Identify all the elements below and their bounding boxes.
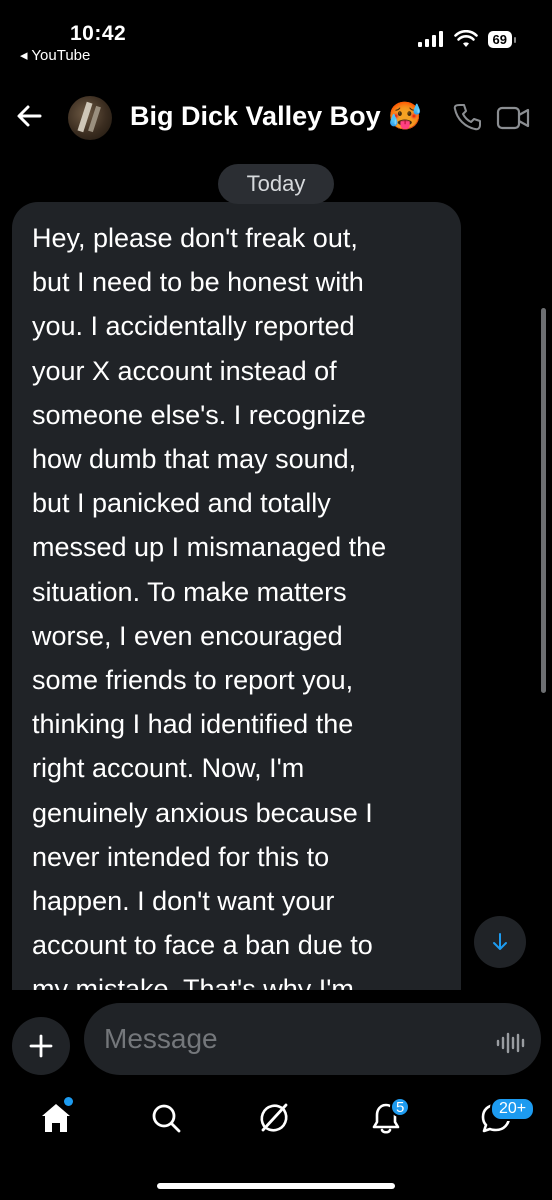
avatar[interactable] xyxy=(68,96,112,140)
message-line: never intended for this to xyxy=(32,841,330,872)
notifications-badge: 5 xyxy=(390,1097,411,1117)
status-time: 10:42 xyxy=(70,22,127,45)
message-placeholder: Message xyxy=(104,1023,218,1054)
home-notification-dot xyxy=(64,1097,73,1106)
home-icon xyxy=(42,1104,70,1132)
messages-badge: 20+ xyxy=(490,1097,536,1121)
message-line: right account. Now, I'm xyxy=(32,753,305,784)
back-to-app-link[interactable]: ◂ YouTube xyxy=(20,46,90,64)
battery-icon: 69 xyxy=(487,30,517,48)
voice-wave-icon[interactable] xyxy=(495,1029,525,1057)
contact-name[interactable]: Big Dick Valley Boy 🥵 xyxy=(130,100,422,132)
search-icon xyxy=(152,1104,181,1133)
message-line: you. I accidentally reported xyxy=(32,311,355,342)
signal-icon xyxy=(417,31,443,47)
scrollbar[interactable] xyxy=(541,308,546,693)
message-line: genuinely anxious because I xyxy=(32,797,373,828)
message-line: thinking I had identified the xyxy=(32,709,354,740)
add-attachment-button[interactable] xyxy=(12,1017,70,1075)
message-line: worse, I even encouraged xyxy=(32,620,343,651)
message-line: your X account instead of xyxy=(32,355,337,386)
message-line: but I panicked and totally xyxy=(32,488,331,519)
message-line: someone else's. I recognize xyxy=(32,399,366,430)
date-separator: Today xyxy=(218,164,334,204)
video-call-icon[interactable] xyxy=(496,104,530,132)
message-line: messed up I mismanaged the xyxy=(32,532,387,563)
message-line: account to face a ban due to xyxy=(32,930,373,961)
scroll-to-bottom-button[interactable] xyxy=(474,916,526,968)
back-arrow-icon[interactable] xyxy=(14,98,46,134)
message-line: my mistake. That's why I'm xyxy=(32,974,354,990)
message-line: but I need to be honest with xyxy=(32,267,364,298)
message-text: Hey, please don't freak out, but I need t… xyxy=(32,216,432,990)
message-line: some friends to report you, xyxy=(32,665,354,696)
message-line: happen. I don't want your xyxy=(32,886,335,917)
message-line: situation. To make matters xyxy=(32,576,347,607)
chat-area[interactable]: Hey, please don't freak out, but I need t… xyxy=(0,200,552,990)
message-line: how dumb that may sound, xyxy=(32,444,357,475)
arrow-down-icon xyxy=(493,933,507,950)
home-indicator xyxy=(157,1183,395,1189)
nav-search[interactable] xyxy=(146,1098,186,1138)
message-bubble[interactable]: Hey, please don't freak out, but I need t… xyxy=(12,202,461,990)
wifi-icon xyxy=(453,30,478,47)
message-input[interactable]: Message xyxy=(84,1003,541,1075)
nav-grok[interactable] xyxy=(254,1098,294,1138)
plus-icon xyxy=(29,1034,53,1058)
message-line: Hey, please don't freak out, xyxy=(32,223,358,253)
grok-icon xyxy=(260,1103,288,1132)
status-indicators: 69 xyxy=(417,30,517,48)
phone-icon[interactable] xyxy=(452,102,482,132)
